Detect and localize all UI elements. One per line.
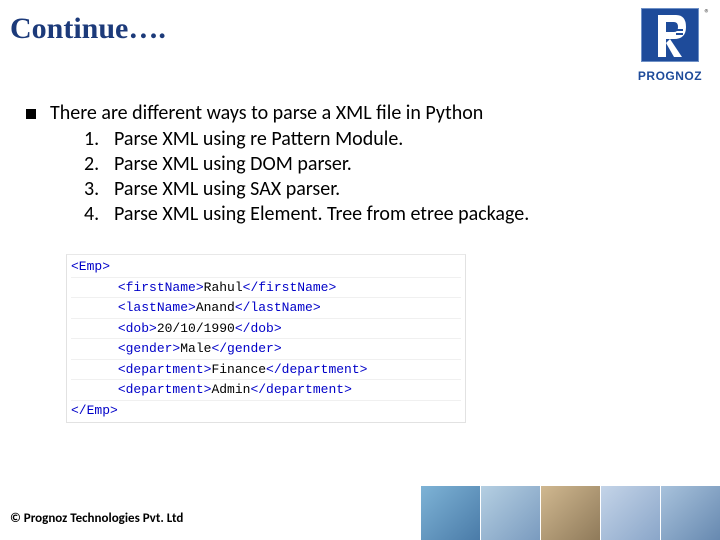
list-number: 3. xyxy=(84,177,114,201)
xml-tag: </dob> xyxy=(235,321,282,336)
xml-tag: </gender> xyxy=(211,341,281,356)
footer-thumbnail xyxy=(600,486,660,540)
xml-text: Admin xyxy=(211,382,250,397)
xml-text: Male xyxy=(180,341,211,356)
xml-tag: </firstName> xyxy=(243,280,337,295)
xml-tag: </department> xyxy=(250,382,351,397)
footer-thumbnail xyxy=(660,486,720,540)
square-bullet-icon xyxy=(26,109,36,119)
xml-tag: </lastName> xyxy=(235,300,321,315)
logo-graphic: ® xyxy=(641,8,699,62)
xml-text: Anand xyxy=(196,300,235,315)
list-item: 2. Parse XML using DOM parser. xyxy=(84,152,700,176)
brand-logo: ® PROGNOZ xyxy=(634,8,706,83)
logo-text: PROGNOZ xyxy=(634,69,706,83)
list-text: Parse XML using DOM parser. xyxy=(114,152,352,176)
xml-tag: <Emp> xyxy=(71,259,110,274)
footer-image-strip xyxy=(420,486,720,540)
slide-title: Continue…. xyxy=(0,0,720,46)
bullet-item: There are different ways to parse a XML … xyxy=(26,101,700,125)
slide-content: There are different ways to parse a XML … xyxy=(0,46,720,423)
xml-text: Rahul xyxy=(204,280,243,295)
list-number: 2. xyxy=(84,152,114,176)
registered-icon: ® xyxy=(704,7,710,20)
list-text: Parse XML using SAX parser. xyxy=(114,177,340,201)
list-text: Parse XML using Element. Tree from etree… xyxy=(114,202,529,226)
xml-tag: <dob> xyxy=(118,321,157,336)
footer-thumbnail xyxy=(540,486,600,540)
list-text: Parse XML using re Pattern Module. xyxy=(114,127,403,151)
xml-tag: </department> xyxy=(266,362,367,377)
xml-tag: <gender> xyxy=(118,341,180,356)
xml-tag: <firstName> xyxy=(118,280,204,295)
footer-thumbnail xyxy=(480,486,540,540)
intro-text: There are different ways to parse a XML … xyxy=(50,101,483,125)
numbered-list: 1. Parse XML using re Pattern Module. 2.… xyxy=(26,125,700,226)
xml-text: 20/10/1990 xyxy=(157,321,235,336)
list-item: 3. Parse XML using SAX parser. xyxy=(84,177,700,201)
copyright-footer: © Prognoz Technologies Pvt. Ltd xyxy=(10,511,183,526)
xml-text: Finance xyxy=(211,362,266,377)
xml-tag: <lastName> xyxy=(118,300,196,315)
xml-code-snippet: <Emp> <firstName>Rahul</firstName> <last… xyxy=(66,254,466,423)
list-number: 1. xyxy=(84,127,114,151)
list-item: 1. Parse XML using re Pattern Module. xyxy=(84,127,700,151)
list-number: 4. xyxy=(84,202,114,226)
list-item: 4. Parse XML using Element. Tree from et… xyxy=(84,202,700,226)
footer-thumbnail xyxy=(420,486,480,540)
xml-tag: <department> xyxy=(118,362,212,377)
xml-tag: <department> xyxy=(118,382,212,397)
xml-tag: </Emp> xyxy=(71,403,118,418)
